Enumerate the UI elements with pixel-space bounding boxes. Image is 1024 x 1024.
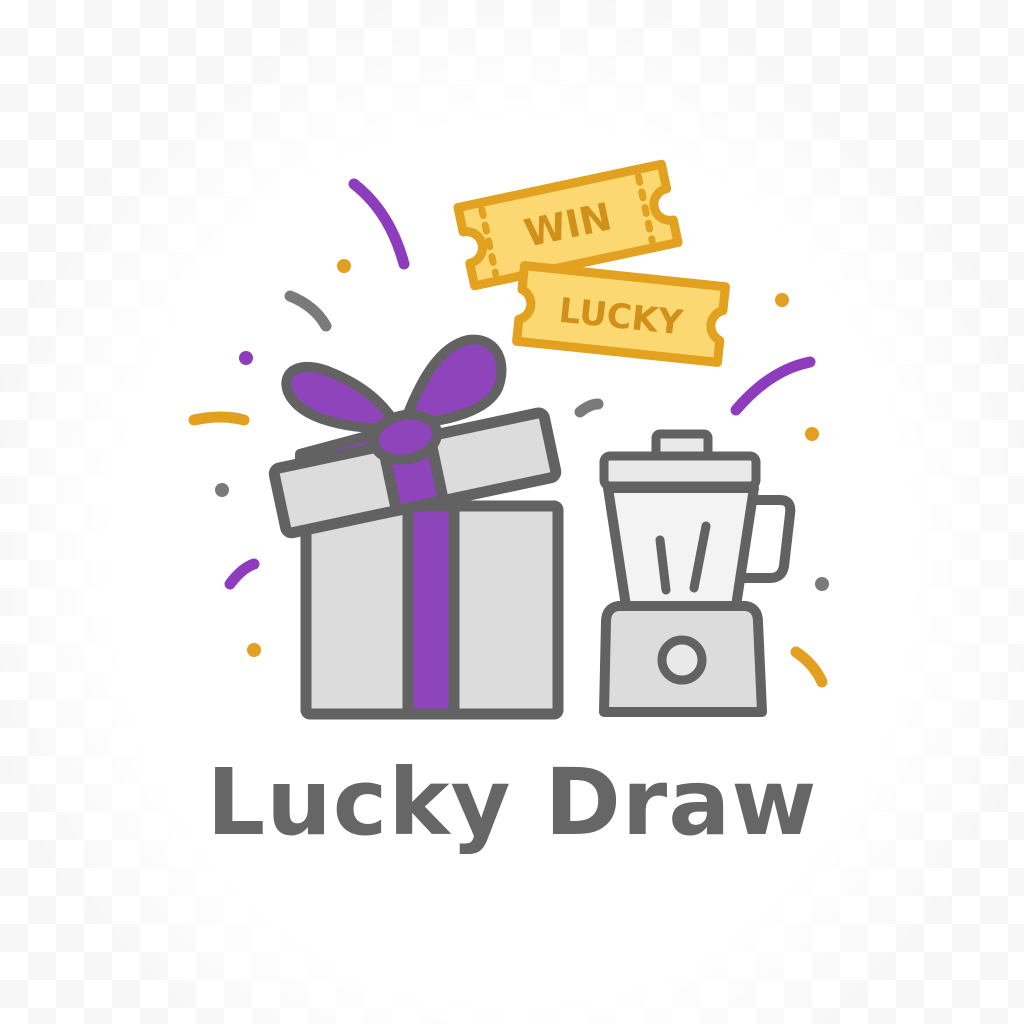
page-title: Lucky Draw (206, 749, 818, 856)
logo-canvas: WIN LUCKY Lucky Draw (0, 0, 1024, 1024)
blender-icon (599, 429, 796, 717)
confetti-streamer-gold-left (188, 411, 250, 426)
confetti-streamer-purple-top (348, 178, 410, 270)
blender-jar (603, 483, 759, 611)
confetti-dot (247, 643, 261, 657)
blender-jar-highlight (655, 535, 671, 595)
lucky-draw-illustration: WIN LUCKY (188, 159, 829, 720)
gift-box-ribbon-vertical (402, 500, 460, 720)
blender-dial (657, 635, 707, 685)
confetti-streamer-purple-right (730, 356, 816, 416)
confetti-streamer-gray-mid (574, 398, 604, 418)
confetti-dot (775, 293, 789, 307)
confetti-streamer-purple-left (224, 558, 260, 590)
blender-lid (599, 451, 761, 491)
confetti-dot (815, 577, 829, 591)
confetti-streamer-gold-right (790, 646, 828, 688)
confetti-dot (805, 427, 819, 441)
confetti-dot (215, 483, 229, 497)
confetti-streamer-gray-left (284, 290, 332, 332)
confetti-dot (239, 351, 253, 365)
ticket-lucky: LUCKY (512, 261, 730, 367)
confetti-dot (337, 259, 351, 273)
gift-box-icon (268, 334, 564, 720)
